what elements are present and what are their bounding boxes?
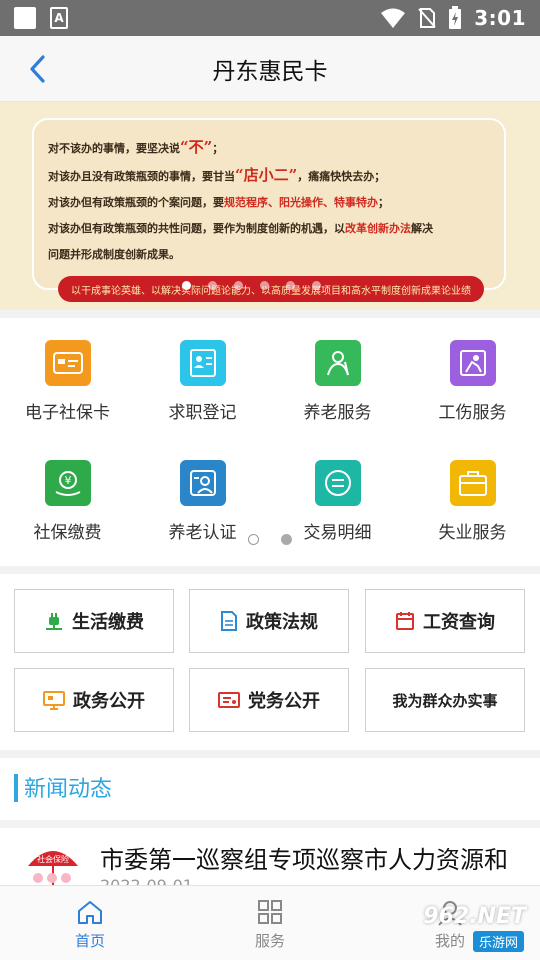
service-grid: 电子社保卡 求职登记 养老服务 工伤服务 ¥ 社保缴费 养老认证 交易明细 失业…: [0, 318, 540, 566]
no-sim-icon: [418, 8, 436, 28]
watermark-text: 962.NET: [423, 904, 526, 929]
banner-carousel[interactable]: 对不该办的事情，要坚决说“不”； 对该办且没有政策瓶颈的事情，要甘当“店小二”，…: [0, 102, 540, 310]
quick-buttons: 生活缴费 政策法规 工资查询 政务公开 党务公开 我为群众办实事: [0, 574, 540, 750]
svg-text:社会保险: 社会保险: [37, 854, 69, 864]
government-affairs-button[interactable]: 政务公开: [14, 668, 174, 732]
service-transaction-details[interactable]: 交易明细: [270, 438, 405, 548]
calendar-icon: [396, 612, 414, 630]
banner-line: 对该办但有政策瓶颈的共性问题，要作为制度创新的机遇，以改革创新办法解决: [48, 222, 433, 235]
service-pension-verification[interactable]: 养老认证: [135, 438, 270, 548]
salary-query-button[interactable]: 工资查询: [365, 589, 525, 653]
service-label: 求职登记: [168, 403, 237, 423]
news-title: 市委第一巡察组专项巡察市人力资源和: [100, 846, 508, 874]
injury-icon: [449, 340, 496, 386]
chevron-left-icon: [30, 55, 45, 83]
party-affairs-button[interactable]: 党务公开: [189, 668, 349, 732]
service-label: 养老服务: [303, 403, 372, 423]
banner-line: 问题并形成制度创新成果。: [48, 248, 180, 261]
service-label: 工伤服务: [438, 403, 507, 423]
banner-line: 对不该办的事情，要坚决说“不”；: [48, 138, 224, 156]
nav-bar: 丹东惠民卡: [0, 36, 540, 102]
page-title: 丹东惠民卡: [212, 58, 328, 85]
card-icon: [44, 340, 91, 386]
pager-dot[interactable]: [208, 281, 217, 290]
button-label: 政策法规: [246, 612, 318, 633]
monitor-icon: [43, 691, 65, 710]
button-label: 我为群众办实事: [392, 691, 498, 710]
document-icon: [221, 611, 237, 631]
button-label: 党务公开: [248, 691, 320, 712]
service-label: 养老认证: [168, 523, 237, 543]
bottom-tab-bar: 首页 服务 我的 962.NET 乐游网: [0, 885, 540, 960]
pager-dot[interactable]: [248, 534, 259, 545]
service-unemployment[interactable]: 失业服务: [405, 438, 540, 548]
ticket-icon: [218, 692, 240, 708]
serve-the-people-button[interactable]: 我为群众办实事: [365, 668, 525, 732]
face-verify-icon: [179, 460, 226, 506]
back-button[interactable]: [18, 50, 56, 88]
news-section-header: 新闻动态: [0, 758, 540, 820]
service-electronic-card[interactable]: 电子社保卡: [0, 318, 135, 428]
app-screen: A 3:01 丹东惠民卡 对不该办的事情，要坚决说“不”； 对该办且没有政策瓶颈…: [0, 0, 540, 960]
tab-label: 首页: [74, 932, 105, 950]
notification-square-icon: [14, 7, 36, 29]
briefcase-icon: [449, 460, 496, 506]
home-icon: [78, 901, 102, 924]
battery-charging-icon: [449, 6, 462, 29]
svg-text:¥: ¥: [64, 474, 71, 487]
section-title: 新闻动态: [24, 777, 113, 802]
button-label: 工资查询: [423, 612, 495, 633]
service-job-registration[interactable]: 求职登记: [135, 318, 270, 428]
payment-icon: ¥: [44, 460, 91, 506]
banner-text-frame: 对不该办的事情，要坚决说“不”； 对该办且没有政策瓶颈的事情，要甘当“店小二”，…: [32, 118, 506, 290]
status-bar: A 3:01: [0, 0, 540, 36]
pager-dot[interactable]: [260, 281, 269, 290]
banner-line: 对该办但有政策瓶颈的个案问题，要规范程序、阳光操作、特事特办；: [48, 196, 389, 209]
button-label: 生活缴费: [72, 612, 144, 633]
plug-icon: [46, 613, 62, 630]
service-insurance-payment[interactable]: ¥ 社保缴费: [0, 438, 135, 548]
pager-dot[interactable]: [286, 281, 295, 290]
policy-regulations-button[interactable]: 政策法规: [189, 589, 349, 653]
service-work-injury[interactable]: 工伤服务: [405, 318, 540, 428]
clock: 3:01: [474, 6, 526, 30]
pager-dot[interactable]: [234, 281, 243, 290]
transaction-icon: [314, 460, 361, 506]
section-accent-bar: [14, 774, 18, 802]
grid-pager-dots: [248, 534, 292, 545]
tab-label: 服务: [254, 932, 285, 950]
wifi-icon: [381, 8, 406, 28]
pager-dot[interactable]: [182, 281, 191, 290]
service-elderly-care[interactable]: 养老服务: [270, 318, 405, 428]
tab-home[interactable]: 首页: [0, 886, 180, 960]
id-card-icon: [179, 340, 226, 386]
service-label: 电子社保卡: [25, 403, 110, 423]
banner-pager-dots: [182, 281, 321, 290]
elderly-icon: [314, 340, 361, 386]
button-label: 政务公开: [73, 691, 145, 712]
service-label: 社保缴费: [33, 523, 102, 543]
tab-services[interactable]: 服务: [180, 886, 360, 960]
news-list-item[interactable]: 社会保险 市委第一巡察组专项巡察市人力资源和 2022-09-01: [0, 828, 540, 888]
service-label: 失业服务: [438, 523, 507, 543]
service-label: 交易明细: [303, 523, 372, 543]
pager-dot[interactable]: [312, 281, 321, 290]
social-insurance-umbrella-icon: 社会保险: [28, 851, 78, 888]
notification-a-icon: A: [50, 7, 68, 29]
site-watermark: 962.NET 乐游网: [400, 900, 532, 954]
grid-icon: [258, 900, 282, 924]
banner-line: 对该办且没有政策瓶颈的事情，要甘当“店小二”，痛痛快快去办；: [48, 166, 386, 184]
pager-dot[interactable]: [281, 534, 292, 545]
life-payment-button[interactable]: 生活缴费: [14, 589, 174, 653]
watermark-sub: 乐游网: [472, 931, 524, 952]
